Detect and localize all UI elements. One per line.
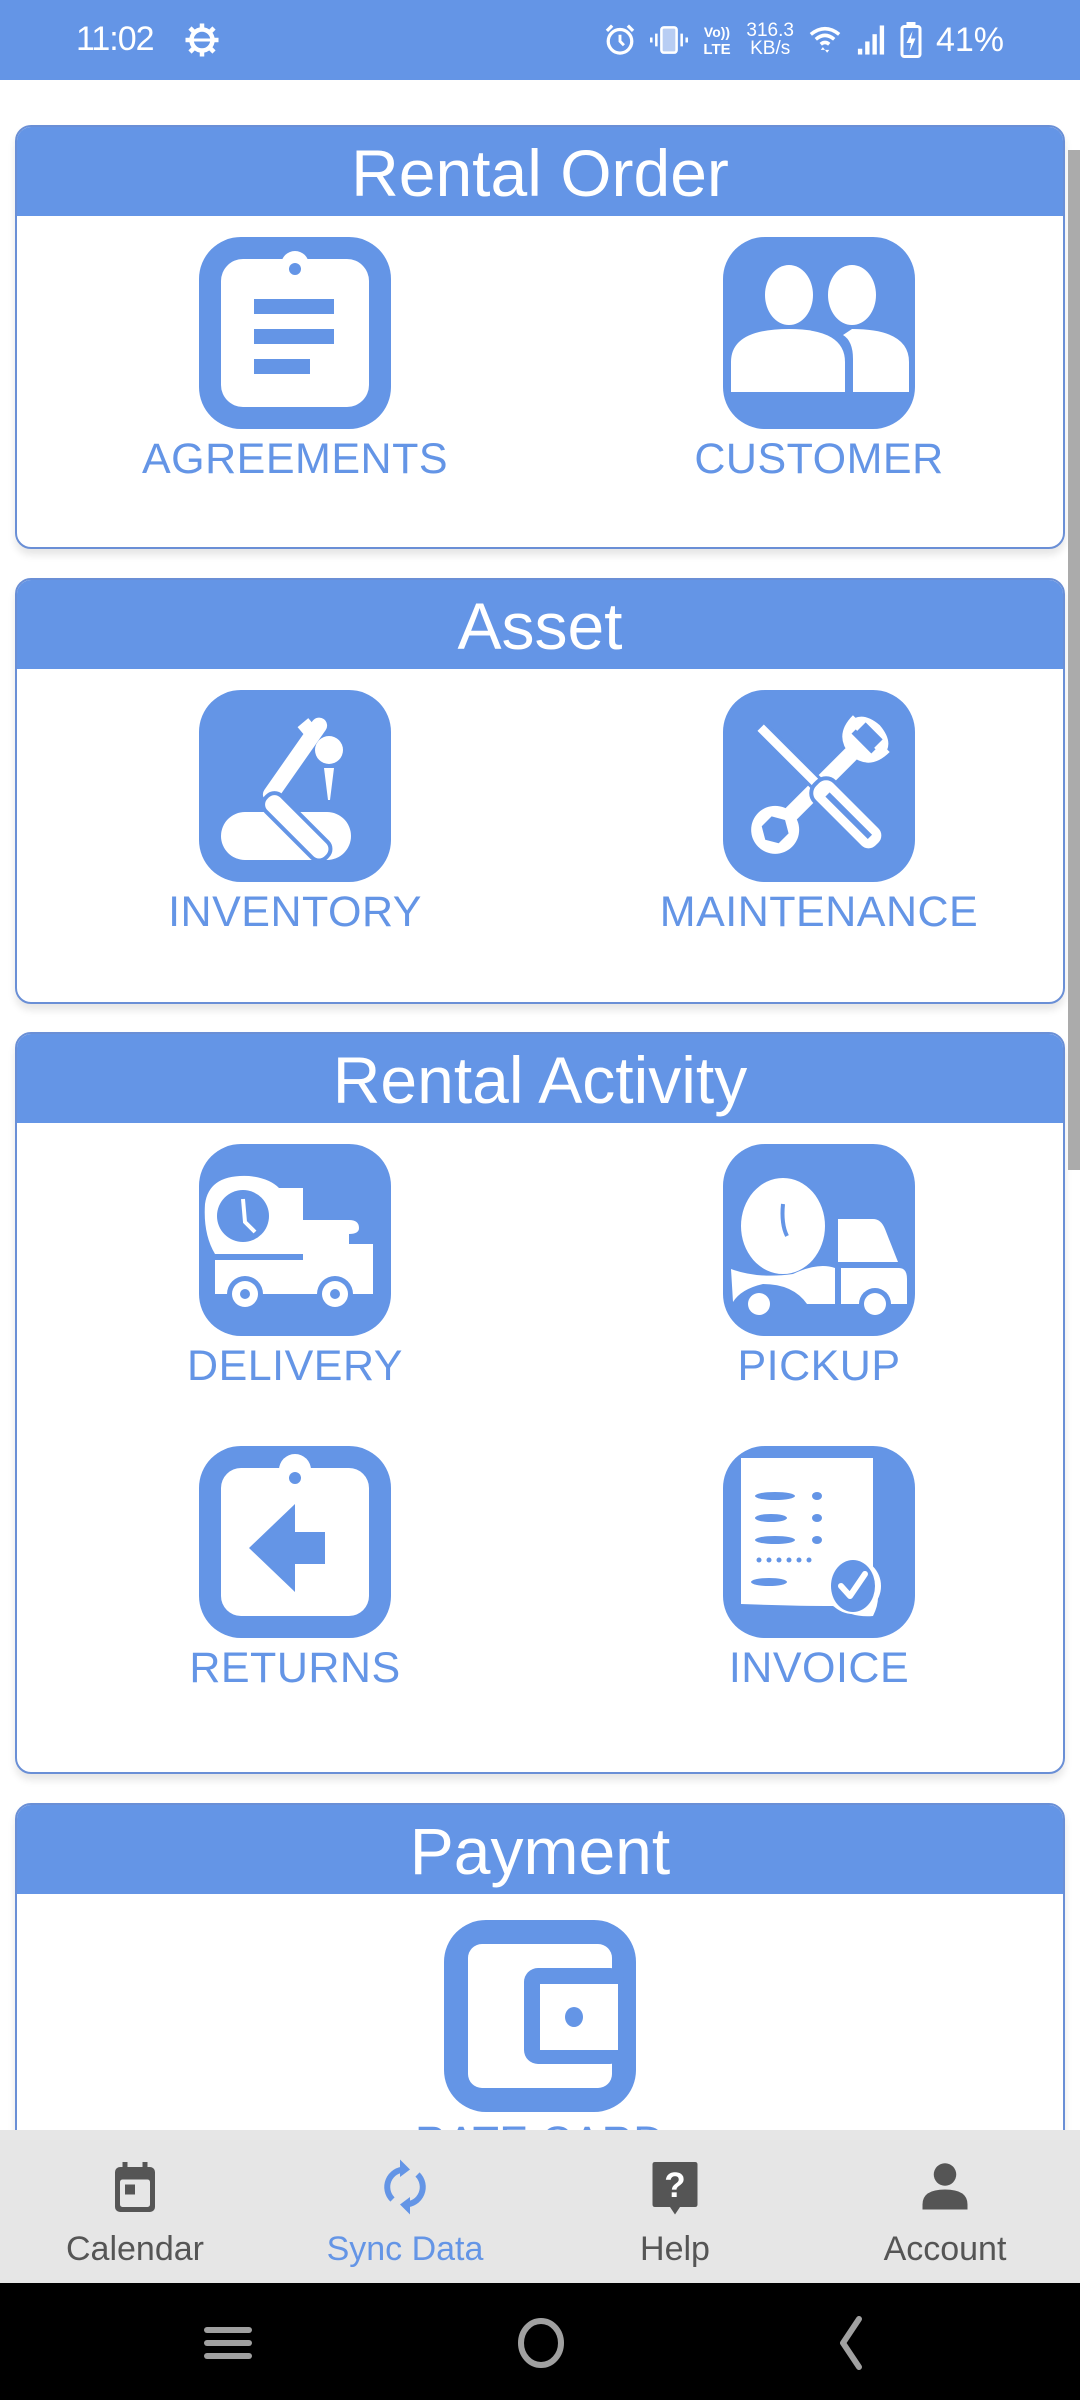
tile-label: MAINTENANCE xyxy=(659,888,979,936)
vibrate-icon xyxy=(650,26,689,54)
returns-button[interactable]: RETURNS xyxy=(85,1446,505,1693)
settings-gear-icon xyxy=(185,23,219,57)
section-title: Payment xyxy=(17,1805,1063,1894)
svg-text:?: ? xyxy=(664,2166,685,2205)
tile-label: DELIVERY xyxy=(187,1342,403,1390)
nav-label: Sync Data xyxy=(326,2230,484,2268)
sync-icon xyxy=(384,2159,426,2215)
rate-card-button[interactable]: RATE CARD xyxy=(330,1920,750,2130)
calendar-icon xyxy=(115,2162,155,2212)
nav-label: Calendar xyxy=(66,2230,204,2268)
pickup-truck-clock-icon xyxy=(731,1178,907,1320)
customer-button[interactable]: CUSTOMER xyxy=(609,237,1029,484)
section-rental-activity: Rental Activity DELIVERY PICKUP RETURNS … xyxy=(15,1032,1065,1774)
tile-label: CUSTOMER xyxy=(694,435,944,483)
wallet-icon xyxy=(468,1944,624,2088)
tile-label: RATE CARD xyxy=(330,2118,750,2130)
tile-label: INVENTORY xyxy=(168,888,422,936)
tile-label: AGREEMENTS xyxy=(141,435,449,483)
status-time: 11:02 xyxy=(76,20,155,58)
section-payment: Payment RATE CARD xyxy=(15,1803,1065,2130)
dashboard-scroll-area[interactable]: Rental Order AGREEMENTS CUSTOMER Asset I… xyxy=(0,80,1080,2130)
tile-label: PICKUP xyxy=(737,1342,901,1390)
network-speed-unit: KB/s xyxy=(750,38,791,59)
account-icon xyxy=(922,2163,968,2210)
alarm-icon xyxy=(606,24,635,55)
delivery-truck-clock-icon xyxy=(204,1175,373,1312)
network-speed: 316.3 KB/s xyxy=(746,21,794,59)
nav-account[interactable]: Account xyxy=(810,2130,1080,2283)
people-icon xyxy=(731,265,909,392)
invoice-check-icon xyxy=(741,1458,881,1617)
section-title: Asset xyxy=(17,580,1063,669)
nav-label: Help xyxy=(640,2230,710,2268)
invoice-button[interactable]: INVOICE xyxy=(609,1446,1029,1693)
volte-icon: Vo)) LTE xyxy=(704,24,731,58)
svg-text:LTE: LTE xyxy=(704,41,731,58)
section-asset: Asset INVENTORY MAINTENANCE xyxy=(15,578,1065,1004)
home-icon[interactable] xyxy=(511,2313,571,2373)
battery-percent: 41% xyxy=(935,20,1004,59)
nav-label: Account xyxy=(883,2230,1007,2268)
tile-label: RETURNS xyxy=(189,1644,401,1692)
wrench-screwdriver-icon xyxy=(751,715,890,854)
scrollbar[interactable] xyxy=(1068,150,1080,1170)
battery-charging-icon xyxy=(900,22,922,58)
nav-help[interactable]: ? Help xyxy=(540,2130,810,2283)
pickup-button[interactable]: PICKUP xyxy=(609,1144,1029,1391)
agreements-button[interactable]: AGREEMENTS xyxy=(85,237,505,484)
section-title: Rental Activity xyxy=(17,1034,1063,1123)
wifi-icon xyxy=(809,26,841,53)
tile-label: INVOICE xyxy=(728,1644,910,1692)
robot-arm-icon xyxy=(221,717,351,863)
status-icons: Vo)) LTE 316.3 KB/s 41% xyxy=(604,18,1004,62)
maintenance-button[interactable]: MAINTENANCE xyxy=(609,690,1029,937)
nav-sync-data[interactable]: Sync Data xyxy=(270,2130,540,2283)
nav-calendar[interactable]: Calendar xyxy=(0,2130,270,2283)
svg-text:Vo)): Vo)) xyxy=(704,24,730,40)
inventory-button[interactable]: INVENTORY xyxy=(85,690,505,937)
clipboard-list-icon xyxy=(221,251,369,407)
section-title: Rental Order xyxy=(17,127,1063,216)
status-bar: 11:02 Vo)) LTE 316.3 KB/s 41% xyxy=(0,0,1080,80)
signal-icon xyxy=(857,25,885,55)
bottom-navigation: Calendar Sync Data ? Help Account xyxy=(0,2130,1080,2283)
back-icon[interactable] xyxy=(821,2313,881,2373)
delivery-button[interactable]: DELIVERY xyxy=(85,1144,505,1391)
clipboard-arrow-left-icon xyxy=(221,1454,369,1616)
section-rental-order: Rental Order AGREEMENTS CUSTOMER xyxy=(15,125,1065,549)
system-navigation-bar xyxy=(0,2283,1080,2400)
recents-icon[interactable] xyxy=(198,2313,258,2373)
help-icon: ? xyxy=(652,2162,698,2215)
